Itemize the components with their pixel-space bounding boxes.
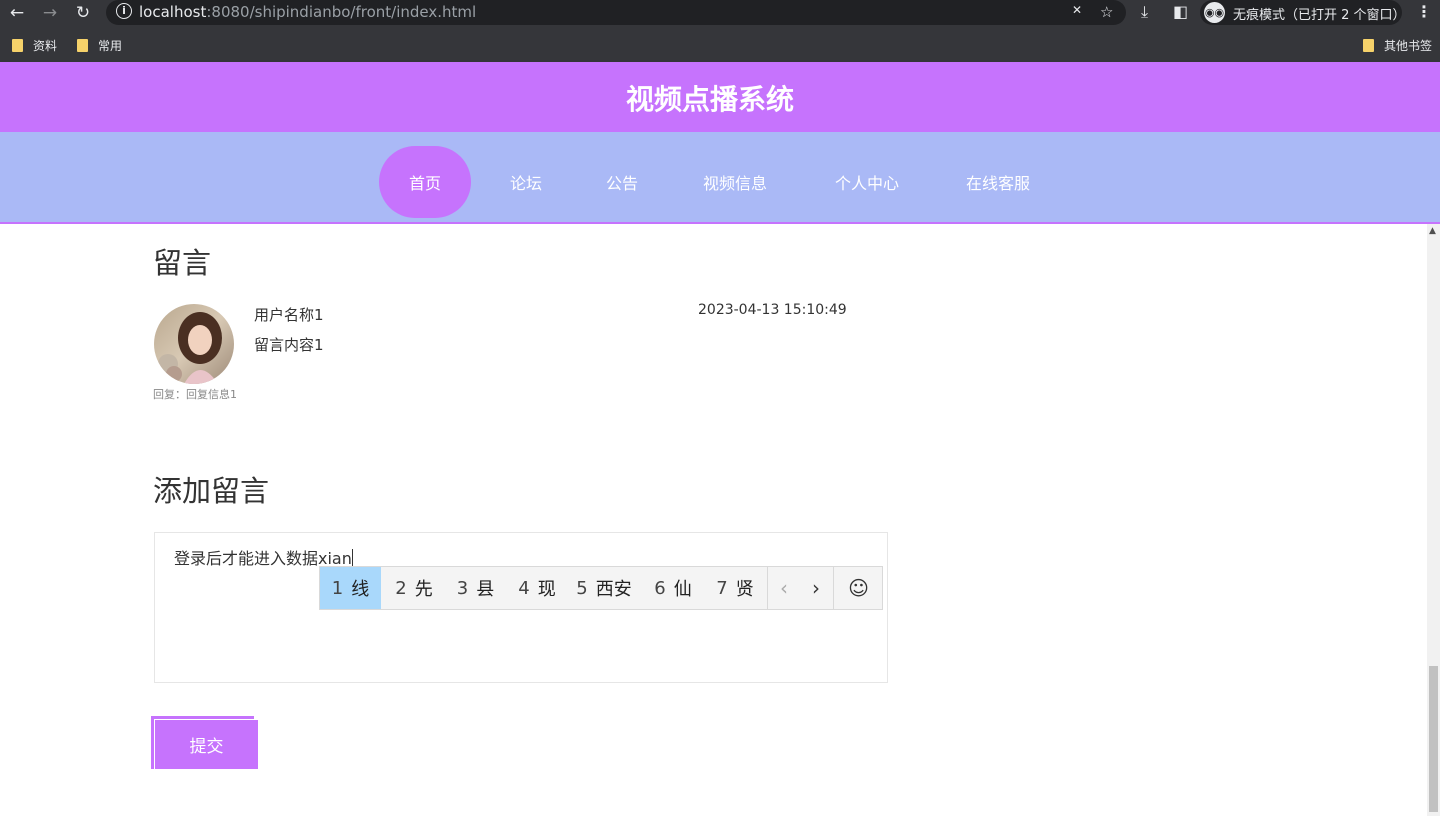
incognito-indicator[interactable]: ◉◉ 无痕模式（已打开 2 个窗口）: [1200, 0, 1406, 25]
nav-online-service[interactable]: 在线客服: [953, 146, 1043, 218]
folder-icon: [12, 39, 23, 52]
back-arrow-icon[interactable]: ←: [6, 2, 28, 24]
forward-arrow-icon[interactable]: →: [39, 2, 61, 24]
ime-candidate-4[interactable]: 4现: [506, 567, 568, 609]
nav-personal-center[interactable]: 个人中心: [822, 146, 912, 218]
folder-icon: [77, 39, 88, 52]
ime-candidate-3[interactable]: 3县: [445, 567, 506, 609]
download-icon[interactable]: ⤓: [1141, 2, 1148, 22]
bookmarks-bar: 资料 常用 其他书签: [0, 33, 1440, 59]
ime-candidate-window: 1线 2先 3县 4现 5 西安 6仙 7贤 ‹ › ☺: [319, 566, 883, 610]
more-menu-icon[interactable]: ⋮: [1416, 2, 1432, 21]
messages-section-title: 留言: [153, 246, 212, 280]
scroll-up-arrow-icon[interactable]: ▲: [1429, 226, 1436, 236]
nav-forum[interactable]: 论坛: [490, 146, 562, 218]
address-url[interactable]: localhost:8080/shipindianbo/front/index.…: [139, 3, 476, 21]
side-panel-icon[interactable]: ◧: [1173, 2, 1188, 21]
bookmark-star-icon[interactable]: ☆: [1100, 3, 1113, 21]
ime-candidate-2[interactable]: 2先: [383, 567, 445, 609]
scrollbar-thumb[interactable]: [1429, 666, 1438, 812]
incognito-label: 无痕模式（已打开 2 个窗口）: [1233, 8, 1406, 23]
ime-candidate-6[interactable]: 6仙: [642, 567, 704, 609]
message-content: 留言内容1: [254, 336, 324, 354]
site-header: 视频点播系统: [0, 62, 1440, 132]
folder-icon: [1363, 39, 1374, 52]
nav-announcements[interactable]: 公告: [586, 146, 658, 218]
other-bookmarks[interactable]: 其他书签: [1363, 37, 1432, 54]
ime-candidate-7[interactable]: 7贤: [704, 567, 766, 609]
incognito-icon: ◉◉: [1204, 2, 1225, 23]
browser-chrome: ← → ↻ i localhost:8080/shipindianbo/fron…: [0, 0, 1440, 62]
ime-next-page-icon[interactable]: ›: [800, 567, 832, 609]
main-nav: 首页 论坛 公告 视频信息 个人中心 在线客服: [0, 132, 1440, 224]
bookmark-folder-2[interactable]: 常用: [77, 37, 122, 54]
page-scrollbar[interactable]: ▲: [1427, 224, 1440, 816]
blocked-popup-icon[interactable]: ✕: [1072, 3, 1082, 17]
submit-button[interactable]: 提交: [155, 720, 258, 769]
reload-icon[interactable]: ↻: [72, 2, 94, 24]
address-bar[interactable]: i localhost:8080/shipindianbo/front/inde…: [106, 0, 1126, 25]
message-reply: 回复：回复信息1: [153, 388, 237, 401]
nav-video-info[interactable]: 视频信息: [690, 146, 780, 218]
avatar: [154, 304, 234, 384]
browser-toolbar: ← → ↻ i localhost:8080/shipindianbo/fron…: [0, 0, 1440, 26]
ime-prev-page-icon[interactable]: ‹: [767, 567, 800, 609]
message-timestamp: 2023-04-13 15:10:49: [698, 302, 847, 318]
nav-home[interactable]: 首页: [379, 146, 471, 218]
emoji-icon[interactable]: ☺: [833, 567, 883, 609]
add-message-title: 添加留言: [153, 474, 270, 508]
site-title: 视频点播系统: [625, 83, 794, 116]
ime-candidate-1[interactable]: 1线: [320, 567, 381, 609]
message-username: 用户名称1: [254, 306, 324, 324]
bookmark-folder-1[interactable]: 资料: [12, 37, 57, 54]
site-info-icon[interactable]: i: [116, 3, 132, 19]
ime-candidate-5[interactable]: 5 西安: [568, 567, 640, 609]
